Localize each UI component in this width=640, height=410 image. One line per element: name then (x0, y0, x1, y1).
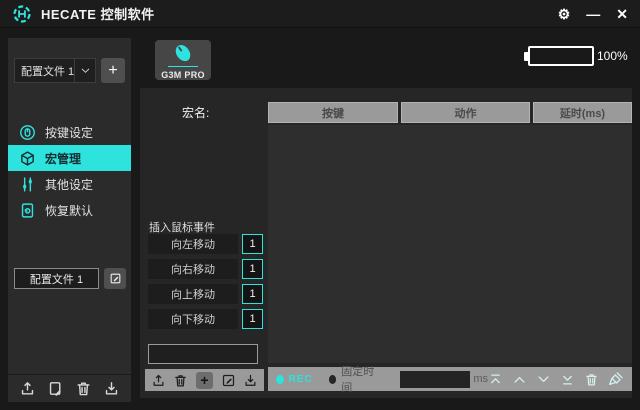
sidebar-item-other-settings[interactable]: 其他设定 (8, 171, 131, 197)
cube-icon (19, 150, 36, 167)
macro-list-toolbar: + (145, 369, 264, 391)
sidebar-item-restore-defaults[interactable]: 恢复默认 (8, 197, 131, 223)
macro-table-header-row: 按键 动作 延时(ms) (268, 102, 632, 123)
sidebar-menu: 按键设定 宏管理 其他设定 恢复默认 (8, 119, 131, 223)
import-profile-icon[interactable] (103, 380, 120, 397)
save-profile-icon[interactable] (47, 380, 64, 397)
insert-row-move-down: 向下移动 (148, 309, 263, 329)
settings-gear-icon[interactable]: ⚙ (558, 7, 571, 21)
macro-name-input[interactable] (148, 344, 258, 364)
insert-row-move-up: 向上移动 (148, 284, 263, 304)
move-to-top-icon[interactable] (488, 372, 503, 387)
sidebar-item-macro-management[interactable]: 宏管理 (8, 145, 131, 171)
restore-document-icon (19, 202, 36, 219)
macro-name-label: 宏名: (182, 104, 209, 121)
delete-step-icon[interactable] (584, 372, 599, 387)
add-profile-button[interactable]: + (101, 58, 125, 83)
insert-row-move-right: 向右移动 (148, 259, 263, 279)
clear-all-broom-icon[interactable] (608, 371, 624, 387)
add-macro-button[interactable]: + (196, 372, 213, 389)
sidebar: 配置文件 1 + 按键设定 宏管理 其他设定 (8, 38, 131, 402)
mouse-circle-icon (19, 124, 36, 141)
close-icon[interactable]: ✕ (616, 7, 628, 21)
battery-indicator: 100% (524, 46, 628, 66)
battery-icon (528, 46, 594, 66)
edit-macro-icon[interactable] (221, 373, 236, 388)
rec-indicator-dot[interactable] (276, 375, 284, 384)
move-to-bottom-icon[interactable] (560, 372, 575, 387)
record-toolbar: REC 固定时间 ms (268, 367, 632, 391)
column-header-action[interactable]: 动作 (401, 102, 530, 123)
titlebar: HECATE 控制软件 ⚙ — ✕ (0, 0, 640, 28)
move-up-button[interactable]: 向上移动 (148, 284, 238, 304)
rec-label[interactable]: REC (289, 374, 313, 385)
move-down-button[interactable]: 向下移动 (148, 309, 238, 329)
macro-management-panel: 宏名: 按键 动作 延时(ms) 插入鼠标事件 向左移动 向右移动 向上移动 向… (140, 88, 632, 398)
export-macro-icon[interactable] (151, 373, 166, 388)
delete-profile-icon[interactable] (75, 380, 92, 397)
insert-mouse-event-label: 插入鼠标事件 (149, 219, 215, 235)
hecate-logo-icon (12, 4, 32, 24)
sidebar-item-label: 按键设定 (45, 124, 93, 141)
profile-select-row: 配置文件 1 + (14, 58, 125, 83)
app-title: HECATE 控制软件 (41, 4, 155, 23)
mouse-device-icon (171, 43, 195, 65)
sidebar-item-label: 其他设定 (45, 176, 93, 193)
edit-profile-button[interactable] (104, 268, 126, 289)
column-header-key[interactable]: 按键 (268, 102, 398, 123)
move-down-value-input[interactable] (242, 309, 263, 329)
move-left-button[interactable]: 向左移动 (148, 234, 238, 254)
move-right-value-input[interactable] (242, 259, 263, 279)
sidebar-item-key-settings[interactable]: 按键设定 (8, 119, 131, 145)
minimize-icon[interactable]: — (586, 7, 600, 21)
battery-percent: 100% (597, 49, 628, 63)
delay-ms-input[interactable] (400, 371, 470, 388)
profile-dropdown-value: 配置文件 1 (15, 63, 74, 79)
chevron-down-icon[interactable] (74, 59, 95, 82)
device-name: G3M PRO (161, 70, 205, 80)
insert-row-move-left: 向左移动 (148, 234, 263, 254)
profile-name-row: 配置文件 1 (14, 268, 126, 289)
profile-dropdown[interactable]: 配置文件 1 (14, 58, 96, 83)
move-up-step-icon[interactable] (512, 372, 527, 387)
move-left-value-input[interactable] (242, 234, 263, 254)
sidebar-bottom-toolbar (8, 374, 131, 402)
ms-unit-label: ms (473, 373, 488, 385)
insert-mouse-event-rows: 向左移动 向右移动 向上移动 向下移动 (148, 234, 263, 329)
move-down-step-icon[interactable] (536, 372, 551, 387)
macro-steps-table[interactable] (268, 125, 632, 363)
fixed-time-radio[interactable] (329, 375, 337, 384)
move-up-value-input[interactable] (242, 284, 263, 304)
profile-name-box[interactable]: 配置文件 1 (14, 268, 99, 289)
sidebar-item-label: 宏管理 (45, 150, 81, 167)
move-right-button[interactable]: 向右移动 (148, 259, 238, 279)
sliders-icon (19, 176, 36, 193)
delete-macro-icon[interactable] (173, 373, 188, 388)
device-tab-g3m-pro[interactable]: G3M PRO (155, 40, 211, 80)
step-order-icons (488, 371, 624, 387)
sidebar-item-label: 恢复默认 (45, 202, 93, 219)
import-macro-icon[interactable] (243, 373, 258, 388)
column-header-delay[interactable]: 延时(ms) (533, 102, 632, 123)
export-profile-icon[interactable] (19, 380, 36, 397)
window-controls: ⚙ — ✕ (558, 7, 628, 21)
device-tab-underline (168, 66, 198, 67)
fixed-time-label: 固定时间 (341, 363, 378, 395)
